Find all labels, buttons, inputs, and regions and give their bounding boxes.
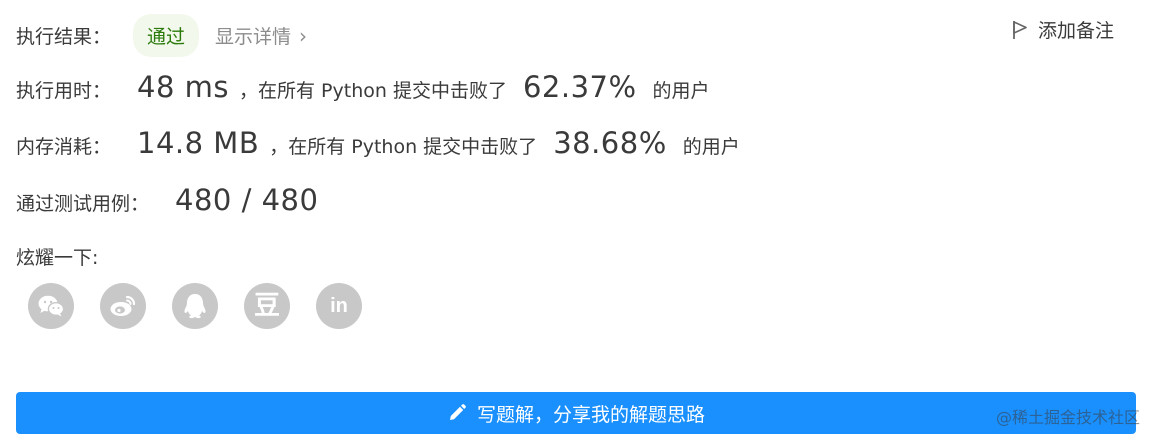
status-badge: 通过 (133, 14, 200, 57)
flag-icon (1013, 20, 1027, 39)
qq-share-button[interactable] (172, 283, 218, 329)
write-solution-label: 写题解，分享我的解题思路 (476, 403, 705, 426)
runtime-suffix: 的用户 (652, 80, 710, 102)
runtime-label: 执行用时： (16, 80, 112, 102)
chevron-right-icon: › (299, 23, 308, 48)
write-solution-button[interactable]: 写题解，分享我的解题思路 (16, 392, 1136, 434)
linkedin-share-button[interactable]: in (316, 283, 362, 329)
wechat-share-button[interactable] (28, 283, 74, 329)
tests-row: 通过测试用例： 480 / 480 (16, 183, 318, 217)
douban-icon: 豆 (253, 291, 280, 321)
douban-share-button[interactable]: 豆 (244, 283, 290, 329)
memory-value: 14.8 MB (137, 126, 260, 160)
share-icon-list: 豆 in (28, 283, 388, 329)
add-note-label: 添加备注 (1037, 20, 1114, 42)
tests-value: 480 / 480 (175, 183, 319, 217)
memory-suffix: 的用户 (682, 136, 740, 158)
runtime-row: 执行用时： 48 ms ，在所有 Python 提交中击败了 62.37% 的用… (16, 70, 710, 104)
share-row: 炫耀一下: (16, 243, 124, 270)
wechat-icon (38, 295, 65, 317)
result-row: 执行结果： 通过 显示详情 › (16, 14, 307, 57)
memory-percent: 38.68% (553, 126, 667, 160)
share-label: 炫耀一下: (16, 247, 99, 269)
weibo-icon (110, 295, 136, 316)
qq-icon (184, 294, 206, 319)
memory-row: 内存消耗： 14.8 MB ，在所有 Python 提交中击败了 38.68% … (16, 126, 740, 160)
add-note-button[interactable]: 添加备注 (1012, 16, 1114, 43)
runtime-mid-text: ，在所有 Python 提交中击败了 (239, 80, 507, 102)
pencil-icon (449, 404, 466, 420)
show-details-label: 显示详情 (215, 26, 292, 48)
runtime-value: 48 ms (137, 70, 229, 104)
show-details-link[interactable]: 显示详情 › (215, 22, 307, 49)
weibo-share-button[interactable] (100, 283, 146, 329)
result-label: 执行结果： (16, 26, 112, 48)
tests-label: 通过测试用例： (16, 193, 150, 215)
linkedin-icon: in (330, 295, 348, 317)
runtime-percent: 62.37% (522, 70, 637, 104)
submission-result-panel: 执行结果： 通过 显示详情 › 添加备注 执行用时： 48 ms ，在所有 Py… (0, 0, 1156, 448)
memory-mid-text: ，在所有 Python 提交中击败了 (269, 136, 538, 158)
memory-label: 内存消耗： (16, 136, 112, 158)
watermark: @稀土掘金技术社区 (995, 408, 1140, 427)
